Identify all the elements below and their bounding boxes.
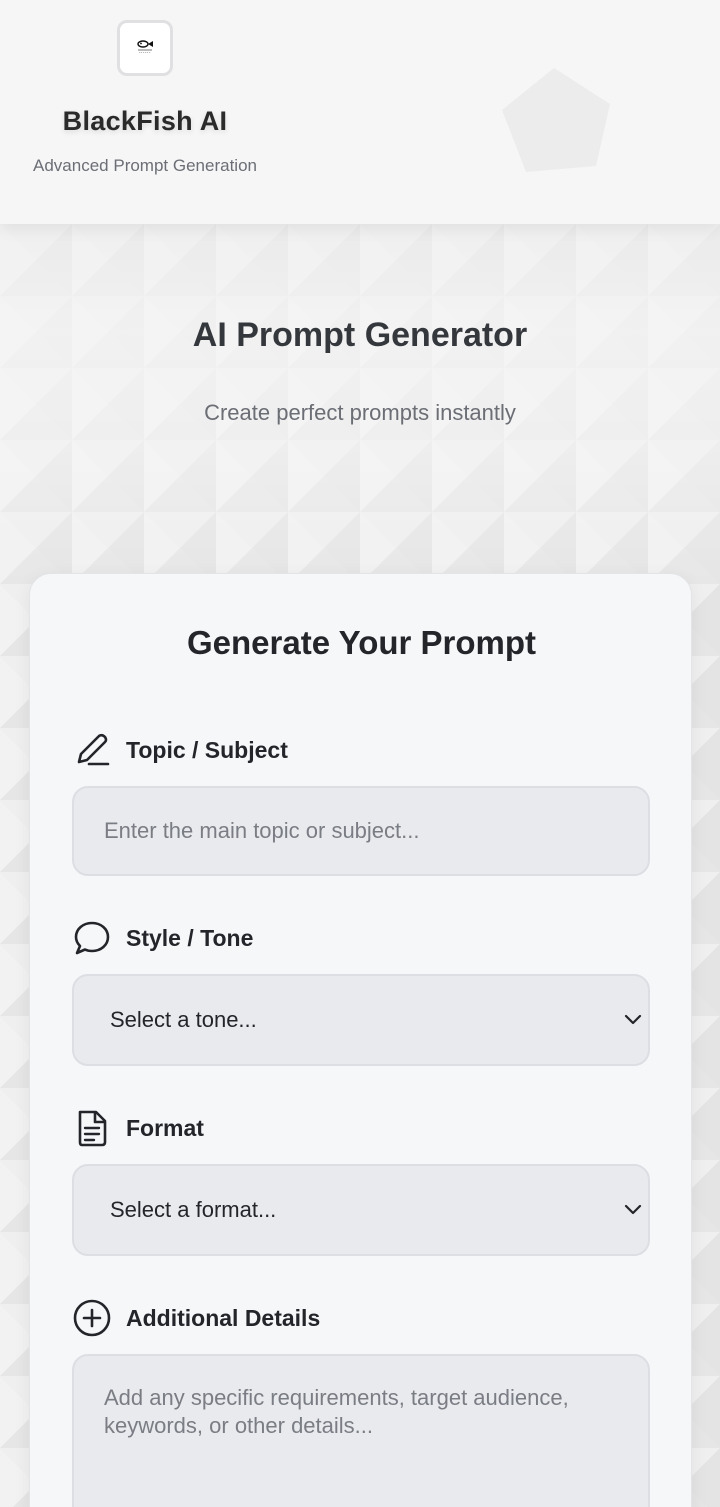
tone-select-value: Select a tone... (110, 1007, 257, 1032)
chevron-down-icon (624, 1204, 642, 1215)
topic-input[interactable]: Enter the main topic or subject... (72, 786, 650, 876)
tone-label: Style / Tone (72, 918, 253, 958)
tone-select[interactable]: Select a tone... (72, 974, 650, 1066)
fish-logo-icon (137, 40, 153, 53)
decorative-pentagon-icon (502, 68, 610, 172)
brand-logo[interactable] (117, 20, 173, 76)
site-header: BlackFish AI Advanced Prompt Generation (0, 0, 720, 224)
format-select-value: Select a format... (110, 1197, 277, 1222)
hero-subtitle: Create perfect prompts instantly (204, 400, 516, 425)
topic-label: Topic / Subject (72, 730, 288, 770)
plus-circle-icon (72, 1298, 112, 1338)
speech-bubble-icon (72, 918, 112, 958)
brand-name: BlackFish AI (62, 106, 228, 136)
details-textarea-placeholder: Add any specific requirements, target au… (104, 1385, 569, 1438)
format-label-text: Format (126, 1114, 204, 1141)
brand-tagline: Advanced Prompt Generation (33, 156, 257, 175)
details-textarea[interactable]: Add any specific requirements, target au… (72, 1354, 650, 1507)
form-title: Generate Your Prompt (186, 624, 537, 661)
prompt-form-card: Generate Your Prompt Topic / Subject Ent… (29, 573, 692, 1507)
tone-label-text: Style / Tone (126, 924, 254, 951)
topic-label-text: Topic / Subject (126, 736, 288, 763)
pencil-icon (72, 730, 112, 770)
details-label: Additional Details (72, 1298, 320, 1338)
details-label-text: Additional Details (126, 1304, 321, 1331)
hero-title: AI Prompt Generator (192, 316, 528, 354)
format-select[interactable]: Select a format... (72, 1164, 650, 1256)
topic-input-placeholder: Enter the main topic or subject... (104, 818, 420, 843)
format-label: Format (72, 1108, 204, 1148)
document-icon (72, 1108, 112, 1148)
chevron-down-icon (624, 1014, 642, 1025)
